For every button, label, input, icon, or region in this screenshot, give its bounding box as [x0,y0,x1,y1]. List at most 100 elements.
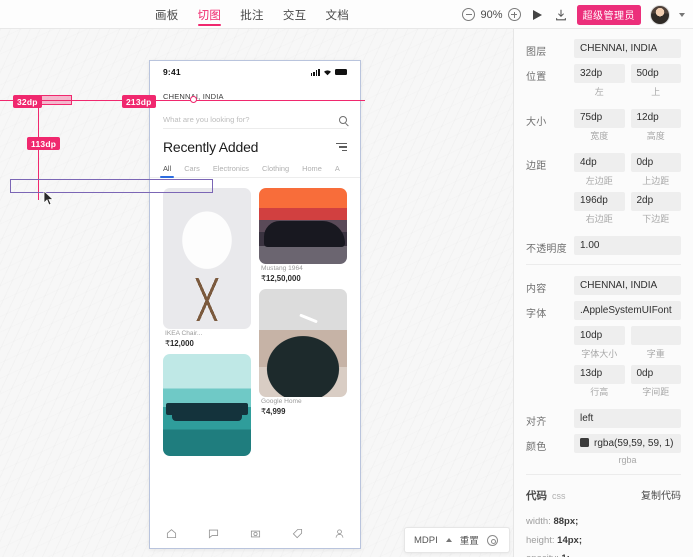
zoom-controls: 90% [462,8,521,21]
tab-slice[interactable]: 切图 [197,0,222,29]
chat-icon[interactable] [208,528,219,539]
plus-circle-icon[interactable] [507,8,521,21]
copy-code-button[interactable]: 复制代码 [641,487,681,502]
search-icon[interactable] [339,115,347,124]
font-family-field[interactable]: .AppleSystemUIFont [574,301,681,320]
chevron-down-icon[interactable] [679,12,685,17]
phone-mockup[interactable]: 9:41 CHENNAI, INDIA What are you looking… [149,60,361,549]
content-field[interactable]: CHENNAI, INDIA [574,276,681,295]
line-height-sublabel: 行高 [590,387,609,397]
font-size-sublabel: 字体大小 [581,348,618,359]
position-y-field[interactable]: 50dp [630,64,681,83]
bottom-nav [150,518,360,548]
margin-left-field[interactable]: 4dp [574,153,625,172]
margin-bottom-sublabel: 下边距 [642,214,670,224]
product-meta: Mustang 1964 ₹12,50,000 [259,264,347,283]
phone-status-bar: 9:41 [150,61,360,83]
margin-bottom-field[interactable]: 2dp [630,191,681,211]
tag-icon[interactable] [292,528,303,539]
category-tab-electronics[interactable]: Electronics [213,164,249,177]
letter-spacing-field[interactable]: 0dp [630,364,681,384]
camera-icon[interactable] [250,528,261,539]
section-header: Recently Added [163,139,347,155]
color-label: 颜色 [526,442,547,453]
tab-interaction[interactable]: 交互 [283,0,307,29]
position-x-field[interactable]: 32dp [574,64,625,83]
margin-top-field[interactable]: 0dp [630,153,681,172]
product-card-drone[interactable] [163,354,251,456]
product-card-google-home[interactable]: Google Home ₹4,999 [259,289,347,416]
size-label: 大小 [526,116,547,128]
search-input[interactable]: What are you looking for? [163,115,250,124]
opacity-label: 不透明度 [526,244,567,255]
chevron-up-icon[interactable] [445,538,452,542]
search-bar[interactable]: What are you looking for? [163,111,347,129]
category-tab-all[interactable]: All [159,164,175,178]
price-value: 4,999 [265,407,286,416]
tab-annotation[interactable]: 批注 [240,0,264,29]
code-language[interactable]: css [552,491,566,501]
measure-chip-right: 213dp [122,95,156,108]
download-icon[interactable] [554,8,568,22]
code-line: height: 14px; [514,532,693,551]
battery-icon [335,69,347,75]
design-canvas[interactable]: 9:41 CHENNAI, INDIA What are you looking… [0,29,513,557]
category-tab-more[interactable]: A [335,164,340,177]
user-avatar[interactable] [650,4,670,25]
category-tab-clothing[interactable]: Clothing [262,164,289,177]
status-time: 9:41 [163,67,181,77]
filter-icon[interactable] [336,143,347,151]
reset-button[interactable]: 重置 [460,533,479,547]
font-weight-field[interactable] [630,326,681,345]
line-height-field[interactable]: 13dp [574,364,625,384]
category-tab-home[interactable]: Home [302,164,322,177]
position-fields: 32dp 50dp 左 上 [574,64,681,103]
category-tabs: All Cars Electronics Clothing Home A [150,164,360,178]
play-icon[interactable] [532,9,542,20]
size-width-field[interactable]: 75dp [574,108,625,128]
category-tab-cars[interactable]: Cars [184,164,200,177]
product-title: Google Home [261,398,302,405]
category-row-bounds [10,179,213,193]
code-line: width: 88px; [514,513,693,532]
layer-row: 图层 CHENNAI, INDIA [514,39,693,58]
page-title: Recently Added [163,139,259,155]
code-val: 1; [561,553,569,557]
code-line: opacity: 1; [514,550,693,557]
color-swatch [580,437,589,447]
position-x-sublabel: 左 [594,86,604,97]
code-prop: height: [526,534,555,546]
measure-chip-top: 113dp [27,137,61,150]
product-meta: IKEA Chair... ₹12,000 [163,329,251,348]
tab-artboard[interactable]: 画板 [155,0,179,29]
product-title: Mustang 1964 [261,265,303,272]
product-column-right: Mustang 1964 ₹12,50,000 Google Home ₹4,9… [259,188,347,456]
font-size-field[interactable]: 10dp [574,326,625,345]
align-field[interactable]: left [574,409,681,428]
measure-handle[interactable] [190,96,197,103]
home-icon[interactable] [166,528,177,539]
product-card-mustang[interactable]: Mustang 1964 ₹12,50,000 [259,188,347,283]
product-card-chair[interactable]: IKEA Chair... ₹12,000 [163,188,251,348]
color-field[interactable]: rgba(59,59, 59, 1) [574,434,681,453]
opacity-field[interactable]: 1.00 [574,236,681,255]
mustang-photo [259,188,347,264]
layer-name-field[interactable]: CHENNAI, INDIA [574,39,681,58]
color-value: rgba(59,59, 59, 1) [594,437,674,449]
density-value[interactable]: MDPI [414,535,438,546]
margin-right-field[interactable]: 196dp [574,191,625,211]
code-val: 14px; [557,534,582,546]
profile-icon[interactable] [334,528,345,539]
size-height-field[interactable]: 12dp [630,108,681,128]
minus-circle-icon[interactable] [462,8,476,21]
layer-fields: CHENNAI, INDIA [574,39,681,58]
size-row: 大小 75dp 12dp 宽度 高度 [514,108,693,148]
align-label: 对齐 [526,417,547,428]
tab-document[interactable]: 文档 [325,0,349,29]
gear-icon[interactable] [486,534,498,546]
code-header: 代码 css 复制代码 [514,486,693,504]
font-fields: .AppleSystemUIFont 10dp 字体大小 字重 13dp 0dp… [574,301,681,403]
panel-divider-2 [526,474,681,475]
google-home-photo [259,289,347,397]
content-fields: CHENNAI, INDIA [574,276,681,295]
